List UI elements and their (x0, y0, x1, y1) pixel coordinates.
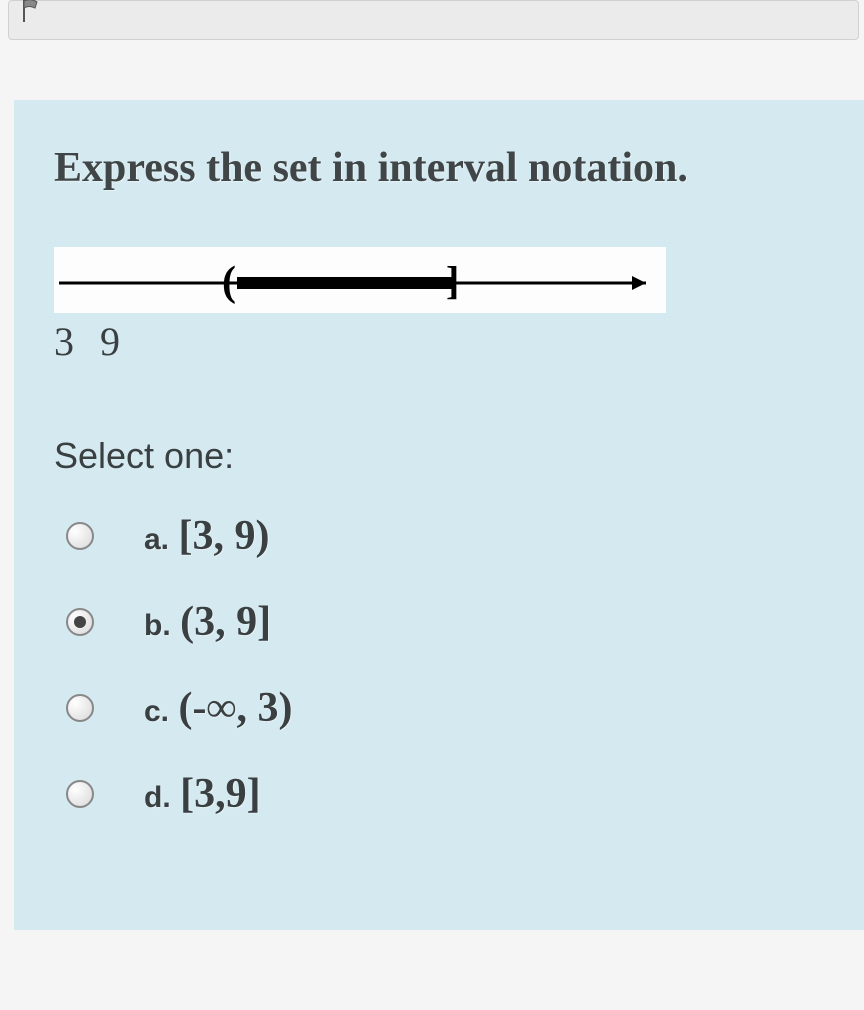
option-b[interactable]: b. (3, 9] (66, 598, 824, 646)
number-line-labels: 3 9 (54, 318, 824, 365)
radio-b[interactable] (66, 608, 94, 636)
svg-text:]: ] (446, 258, 459, 303)
flag-icon (19, 0, 49, 31)
option-d-label: d. [3,9] (144, 770, 261, 818)
radio-d[interactable] (66, 780, 94, 808)
option-c[interactable]: c. (-∞, 3) (66, 684, 824, 732)
number-line-container: ( ] 3 9 (54, 247, 824, 365)
radio-c[interactable] (66, 694, 94, 722)
svg-text:(: ( (222, 259, 236, 305)
top-bar (8, 0, 859, 40)
question-title: Express the set in interval notation. (54, 140, 824, 197)
option-a-label: a. [3, 9) (144, 512, 270, 560)
option-b-label: b. (3, 9] (144, 598, 271, 646)
number-line-diagram: ( ] (54, 247, 666, 313)
option-d[interactable]: d. [3,9] (66, 770, 824, 818)
question-panel: Express the set in interval notation. ( … (14, 100, 864, 930)
options-list: a. [3, 9) b. (3, 9] c. (-∞, 3) d. [3,9] (54, 512, 824, 818)
radio-a[interactable] (66, 522, 94, 550)
select-prompt: Select one: (54, 435, 824, 477)
option-a[interactable]: a. [3, 9) (66, 512, 824, 560)
option-c-label: c. (-∞, 3) (144, 684, 292, 732)
